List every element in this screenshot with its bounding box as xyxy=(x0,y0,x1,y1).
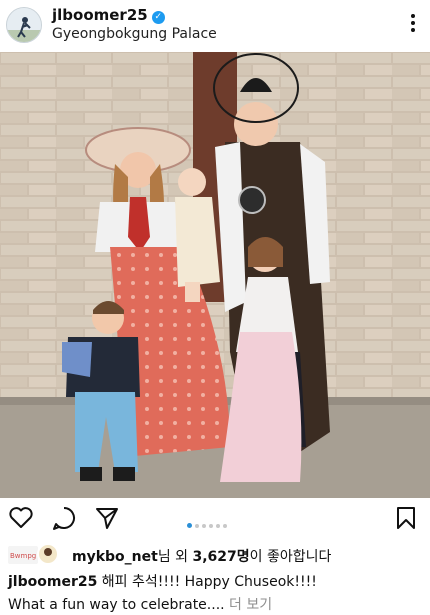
caption-line2: What a fun way to celebrate.... xyxy=(8,597,230,613)
carousel-dot xyxy=(223,523,227,528)
username[interactable]: jlboomer25 ✓ xyxy=(52,6,165,24)
likes-tail: 이 좋아합니다 xyxy=(249,549,332,565)
likes-text: mykbo_net님 외 3,627명이 좋아합니다 xyxy=(72,546,331,566)
carousel-dot xyxy=(209,523,213,528)
avatar-image xyxy=(7,8,41,42)
verified-badge-icon: ✓ xyxy=(151,11,165,24)
carousel-indicator xyxy=(187,515,247,528)
more-options-icon[interactable] xyxy=(410,14,416,34)
comment-icon[interactable] xyxy=(50,504,78,532)
caption: jlboomer25 해피 추석!!!! Happy Chuseok!!!! xyxy=(8,571,317,591)
svg-text:Bwmpg: Bwmpg xyxy=(10,552,36,560)
send-icon[interactable] xyxy=(93,504,121,532)
family-photo-image xyxy=(0,52,430,498)
likes-row[interactable]: Bwmpg mykbo_net님 외 3,627명이 좋아합니다 xyxy=(8,542,428,566)
carousel-dot xyxy=(187,523,192,528)
caption-text: 해피 추석!!!! Happy Chuseok!!!! xyxy=(97,574,317,590)
carousel-dot xyxy=(216,523,220,528)
liker-avatars: Bwmpg xyxy=(8,543,59,565)
post-photo[interactable] xyxy=(0,52,430,498)
bookmark-icon[interactable] xyxy=(392,504,420,532)
liker-username[interactable]: mykbo_net xyxy=(72,549,158,565)
heart-icon[interactable] xyxy=(7,504,35,532)
carousel-dot xyxy=(202,523,206,528)
avatar[interactable] xyxy=(6,7,42,43)
caption-second-line: What a fun way to celebrate.... 더 보기 xyxy=(8,594,272,614)
likes-mid: 님 외 xyxy=(157,549,193,565)
likes-count[interactable]: 3,627명 xyxy=(193,549,250,565)
caption-username[interactable]: jlboomer25 xyxy=(8,574,97,590)
see-more-link[interactable]: 더 보기 xyxy=(229,597,272,613)
username-text[interactable]: jlboomer25 xyxy=(52,6,148,24)
location-link[interactable]: Gyeongbokgung Palace xyxy=(52,26,217,42)
carousel-dot xyxy=(195,523,199,528)
post-header: jlboomer25 ✓ Gyeongbokgung Palace xyxy=(0,0,430,50)
